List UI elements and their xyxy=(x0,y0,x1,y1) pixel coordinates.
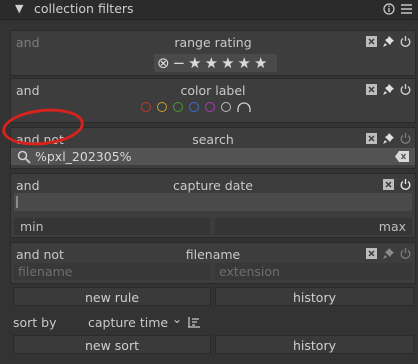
rule-title[interactable]: color label xyxy=(11,83,415,98)
filename-placeholder: filename xyxy=(18,264,73,279)
rule-conjunction[interactable]: and xyxy=(16,35,40,50)
power-icon[interactable] xyxy=(400,248,411,259)
date-min-field[interactable]: min xyxy=(14,218,210,235)
remove-rule-icon[interactable] xyxy=(366,248,377,259)
rule-title[interactable]: capture date xyxy=(11,178,415,193)
color-blue-icon[interactable] xyxy=(189,102,199,112)
star-3-icon[interactable]: ★ xyxy=(221,54,234,72)
color-operator-icon[interactable] xyxy=(237,102,251,112)
new-rule-button[interactable]: new rule xyxy=(13,287,211,306)
filename-field[interactable]: filename xyxy=(14,263,210,280)
history-button[interactable]: history xyxy=(215,287,414,306)
pin-icon[interactable] xyxy=(383,133,394,144)
color-purple-icon[interactable] xyxy=(205,102,215,112)
rule-range-rating: and range rating ⊗ − ★ ★ ★ ★ ★ xyxy=(10,30,416,76)
clear-search-icon[interactable] xyxy=(395,151,409,162)
range-handle[interactable] xyxy=(16,196,18,208)
color-yellow-icon[interactable] xyxy=(157,102,167,112)
min-label: min xyxy=(20,219,44,234)
color-green-icon[interactable] xyxy=(173,102,183,112)
date-range-bar[interactable] xyxy=(14,193,412,211)
new-sort-button[interactable]: new sort xyxy=(13,335,211,354)
not-rated-icon[interactable]: − xyxy=(173,54,186,72)
power-icon[interactable] xyxy=(400,36,411,47)
rule-title[interactable]: range rating xyxy=(11,35,415,50)
remove-rule-icon[interactable] xyxy=(366,36,377,47)
search-icon xyxy=(17,150,31,164)
date-max-field[interactable]: max xyxy=(215,218,412,235)
remove-rule-icon[interactable] xyxy=(366,84,377,95)
rule-capture-date: and capture date min max xyxy=(10,173,416,238)
star-4-icon[interactable]: ★ xyxy=(238,54,251,72)
sort-row: sort by capture time ⌄ xyxy=(0,312,418,332)
rule-conjunction[interactable]: and xyxy=(16,83,40,98)
sort-order-icon[interactable] xyxy=(188,317,200,328)
rule-conjunction[interactable]: and not xyxy=(16,247,64,262)
reject-icon[interactable]: ⊗ xyxy=(157,54,170,72)
search-value: %pxl_202305% xyxy=(35,149,132,164)
color-label-selector xyxy=(141,102,251,112)
rule-conjunction[interactable]: and xyxy=(16,178,40,193)
collapse-arrow-icon[interactable]: ▼ xyxy=(15,2,23,15)
remove-rule-icon[interactable] xyxy=(366,133,377,144)
power-icon[interactable] xyxy=(400,84,411,95)
search-input[interactable]: %pxl_202305% xyxy=(11,148,415,165)
max-label: max xyxy=(378,219,406,234)
module-title: collection filters xyxy=(34,1,134,16)
extension-field[interactable]: extension xyxy=(215,263,412,280)
pin-icon[interactable] xyxy=(383,36,394,47)
rating-range-widget[interactable]: ⊗ − ★ ★ ★ ★ ★ xyxy=(154,54,277,72)
power-icon[interactable] xyxy=(400,179,411,190)
rule-title[interactable]: filename xyxy=(11,247,415,262)
extension-placeholder: extension xyxy=(219,264,280,279)
chevron-down-icon[interactable]: ⌄ xyxy=(172,312,182,326)
color-red-icon[interactable] xyxy=(141,102,151,112)
pin-icon[interactable] xyxy=(383,248,394,259)
sort-history-button[interactable]: history xyxy=(215,335,414,354)
presets-menu-icon[interactable] xyxy=(401,3,412,15)
color-gray-icon[interactable] xyxy=(221,102,231,112)
sort-by-label: sort by xyxy=(13,315,57,330)
sort-field-select[interactable]: capture time xyxy=(88,315,168,330)
pin-icon[interactable] xyxy=(383,84,394,95)
remove-rule-icon[interactable] xyxy=(383,179,394,190)
star-2-icon[interactable]: ★ xyxy=(205,54,218,72)
rule-filename: and not filename filename extension xyxy=(10,242,416,284)
star-1-icon[interactable]: ★ xyxy=(188,54,201,72)
power-icon[interactable] xyxy=(400,133,411,144)
module-header[interactable]: ▼ collection filters xyxy=(0,0,418,20)
star-5-icon[interactable]: ★ xyxy=(254,54,267,72)
reset-icon[interactable] xyxy=(383,3,395,15)
